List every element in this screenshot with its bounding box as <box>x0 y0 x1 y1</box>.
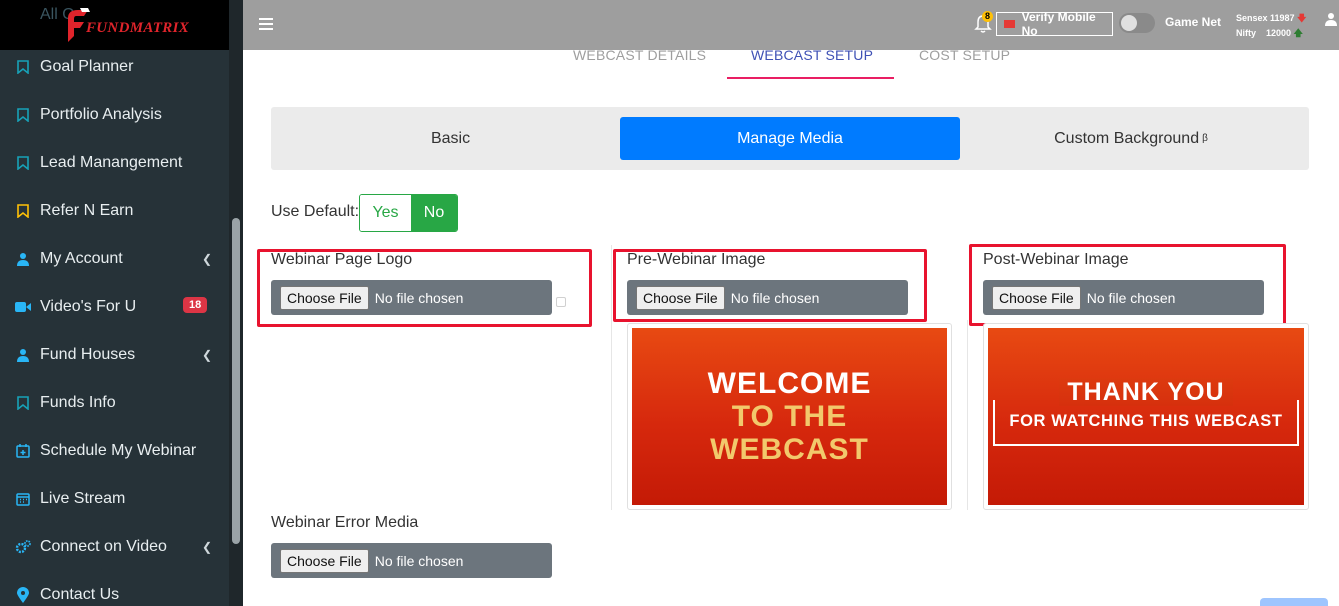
game-net-label: Game Net <box>1165 15 1222 29</box>
mail-icon <box>1004 20 1015 28</box>
tab-cost-setup[interactable]: COST SETUP <box>919 47 1010 63</box>
sidebar-item-connect-on-video[interactable]: Connect on Video ❮ <box>0 523 229 571</box>
chevron-left-icon: ❮ <box>202 540 213 554</box>
calendar-icon <box>15 491 31 507</box>
user-icon <box>15 251 31 267</box>
bookmark-icon <box>15 203 31 219</box>
scrollbar-thumb[interactable] <box>232 218 240 544</box>
post-webinar-preview: THANK YOU FOR WATCHING THIS WEBCAST <box>983 323 1309 510</box>
sidebar-item-label: Live Stream <box>40 490 126 507</box>
sidebar-item-label: My Account <box>40 250 123 267</box>
sidebar-item-portfolio-analysis[interactable]: Portfolio Analysis <box>0 91 229 139</box>
tab-webcast-setup[interactable]: WEBCAST SETUP <box>751 47 873 63</box>
webinar-error-file-input[interactable]: Choose File No file chosen <box>271 543 552 578</box>
active-tab-indicator <box>727 77 894 79</box>
sidebar-item-live-stream[interactable]: Live Stream <box>0 475 229 523</box>
sidebar-item-label: Schedule My Webinar <box>40 442 197 459</box>
tab-webcast-details[interactable]: WEBCAST DETAILS <box>573 47 706 63</box>
bookmark-icon <box>15 395 31 411</box>
nifty-value: 12000 <box>1266 28 1292 38</box>
chevron-left-icon: ❮ <box>202 252 213 266</box>
sidebar-item-schedule-my-webinar[interactable]: Schedule My Webinar <box>0 427 229 475</box>
media-subtabs: Basic Manage Media Custom Background β <box>271 107 1309 170</box>
use-default-toggle: Yes No <box>359 194 458 232</box>
nifty-ticker: Nifty 12000 🡅 <box>1236 26 1303 42</box>
sensex-value: Sensex 11987 <box>1236 13 1295 23</box>
logo-text: FUNDMATRIX <box>86 20 190 36</box>
sidebar-scrollbar[interactable] <box>229 0 243 606</box>
highlight-box <box>257 249 592 327</box>
use-default-yes-button[interactable]: Yes <box>360 195 411 231</box>
use-default-no-button[interactable]: No <box>411 195 457 231</box>
hamburger-menu-icon[interactable] <box>259 18 273 30</box>
column-divider <box>611 245 612 510</box>
sidebar-item-label: Goal Planner <box>40 58 134 75</box>
bookmark-icon <box>15 59 31 75</box>
post-webinar-image: THANK YOU FOR WATCHING THIS WEBCAST <box>988 328 1304 505</box>
sidebar-item-lead-management[interactable]: Lead Manangement <box>0 139 229 187</box>
subtab-custom-background[interactable]: Custom Background β <box>961 117 1301 160</box>
welcome-banner-text: WELCOME TO THE WEBCAST <box>708 367 872 466</box>
sidebar-item-funds-info[interactable]: Funds Info <box>0 379 229 427</box>
sidebar-item-refer-n-earn[interactable]: Refer N Earn <box>0 187 229 235</box>
file-status: No file chosen <box>374 552 464 569</box>
arrow-down-icon: 🡇 <box>1297 13 1307 23</box>
sidebar-item-label: Fund Houses <box>40 346 136 363</box>
sidebar-item-label: Video's For U <box>40 298 137 315</box>
calendar-plus-icon <box>15 443 31 459</box>
sidebar-item-contact-us[interactable]: Contact Us <box>0 571 229 606</box>
map-pin-icon <box>15 587 31 603</box>
top-bar: 8 Verify Mobile No Game Net Sensex 11987… <box>243 0 1339 50</box>
sidebar-item-videos-for-u[interactable]: Video's For U 18 <box>0 283 229 331</box>
bookmark-icon <box>15 155 31 171</box>
sidebar-item-label: Funds Info <box>40 394 116 411</box>
use-default-label: Use Default: <box>271 203 360 220</box>
verify-mobile-button[interactable]: Verify Mobile No <box>996 10 1113 38</box>
verify-mobile-label: Verify Mobile No <box>1021 10 1096 38</box>
highlight-box <box>613 249 927 322</box>
sidebar-item-fund-houses[interactable]: Fund Houses ❮ <box>0 331 229 379</box>
column-divider <box>967 320 968 510</box>
user-icon <box>15 347 31 363</box>
highlight-box <box>969 244 1286 326</box>
sidebar-item-my-account[interactable]: My Account ❮ <box>0 235 229 283</box>
pre-webinar-preview: WELCOME TO THE WEBCAST <box>627 323 952 510</box>
sidebar-item-goal-planner[interactable]: Goal Planner <box>0 43 229 91</box>
thank-you-frame: THANK YOU FOR WATCHING THIS WEBCAST <box>993 377 1299 446</box>
welcome-line-2: TO THE <box>731 400 848 433</box>
bell-count-badge: 8 <box>982 11 994 22</box>
pre-webinar-image: WELCOME TO THE WEBCAST <box>632 328 947 505</box>
beta-marker: β <box>1202 133 1208 144</box>
chevron-left-icon: ❮ <box>202 348 213 362</box>
thank-you-subtitle: FOR WATCHING THIS WEBCAST <box>1009 411 1283 430</box>
sensex-ticker: Sensex 11987 🡇 <box>1236 11 1306 27</box>
subtab-custom-background-label: Custom Background <box>1054 129 1200 147</box>
thank-you-title: THANK YOU <box>995 377 1297 407</box>
welcome-line-1: WELCOME <box>707 367 872 400</box>
notification-badge: 18 <box>183 297 208 313</box>
save-button[interactable] <box>1260 598 1328 606</box>
cogs-icon <box>15 539 31 555</box>
user-icon[interactable] <box>1324 12 1338 26</box>
bookmark-icon <box>15 107 31 123</box>
subtab-basic[interactable]: Basic <box>281 117 620 160</box>
sidebar-item-label: Contact Us <box>40 586 120 603</box>
sidebar: All Q FUNDMATRIX Goal Planner Portfolio … <box>0 0 243 606</box>
sidebar-item-label: Lead Manangement <box>40 154 183 171</box>
choose-file-button[interactable]: Choose File <box>280 548 369 573</box>
video-icon <box>15 299 31 315</box>
subtab-manage-media[interactable]: Manage Media <box>620 117 960 160</box>
nifty-label: Nifty <box>1236 28 1256 38</box>
arrow-up-icon: 🡅 <box>1293 28 1303 38</box>
game-net-toggle[interactable] <box>1119 13 1155 33</box>
webinar-error-label: Webinar Error Media <box>271 514 419 531</box>
sidebar-item-label: Refer N Earn <box>40 202 134 219</box>
welcome-line-3: WEBCAST <box>710 433 869 466</box>
sidebar-item-label: Portfolio Analysis <box>40 106 162 123</box>
sidebar-item-label: Connect on Video <box>40 538 167 555</box>
